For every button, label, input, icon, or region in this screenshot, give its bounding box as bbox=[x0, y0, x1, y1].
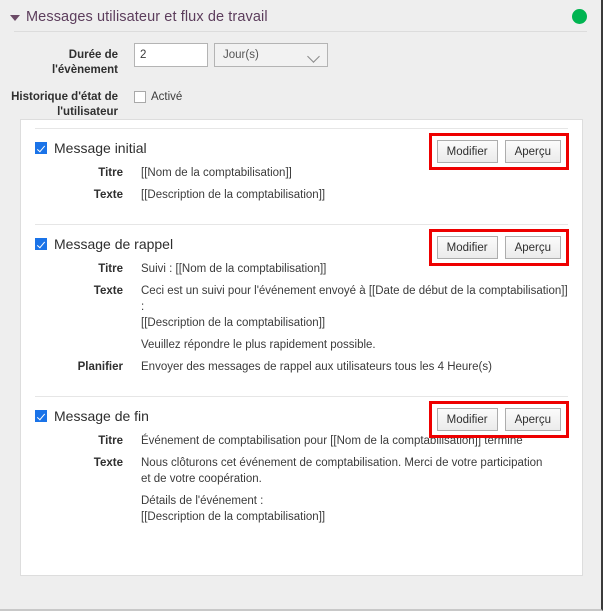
field-label-titre: Titre bbox=[98, 435, 123, 447]
duration-row: Durée de l'évènement Jour(s) bbox=[0, 43, 601, 78]
message-title: Message initial bbox=[54, 140, 147, 156]
field-value-texte: [[Description de la comptabilisation]] bbox=[141, 189, 326, 201]
message-title: Message de fin bbox=[54, 408, 149, 424]
message-enabled-checkbox[interactable] bbox=[35, 142, 47, 154]
message-fields: Titre [[Nom de la comptabilisation]] Tex… bbox=[35, 165, 568, 203]
block-divider bbox=[35, 224, 568, 225]
message-enabled-checkbox[interactable] bbox=[35, 238, 47, 250]
field-label-texte: Texte bbox=[93, 285, 123, 297]
messages-panel: Message initial Modifier Aperçu Titre [[… bbox=[20, 119, 583, 576]
history-checkbox[interactable] bbox=[134, 91, 146, 103]
field-row-texte: Texte [[Description de la comptabilisati… bbox=[35, 187, 568, 203]
field-value-texte: Ceci est un suivi pour l'événement envoy… bbox=[141, 285, 568, 329]
settings-window: Messages utilisateur et flux de travail … bbox=[0, 0, 603, 611]
field-value-texte: Nous clôturons cet événement de comptabi… bbox=[141, 457, 543, 485]
duration-unit-select[interactable]: Jour(s) bbox=[214, 43, 328, 67]
message-fields: Titre Événement de comptabilisation pour… bbox=[35, 433, 568, 525]
field-label-texte: Texte bbox=[93, 189, 123, 201]
page-title: Messages utilisateur et flux de travail bbox=[26, 9, 268, 25]
message-block-initial: Message initial Modifier Aperçu Titre [[… bbox=[35, 120, 569, 216]
field-row-texte-extra: Veuillez répondre le plus rapidement pos… bbox=[35, 337, 568, 353]
block-divider bbox=[35, 128, 568, 129]
preview-button[interactable]: Aperçu bbox=[504, 140, 561, 163]
duration-input[interactable] bbox=[134, 43, 208, 67]
message-fields: Titre Suivi : [[Nom de la comptabilisati… bbox=[35, 261, 568, 375]
block-divider bbox=[35, 396, 568, 397]
preview-button[interactable]: Aperçu bbox=[504, 236, 561, 259]
field-value-planifier: Envoyer des messages de rappel aux utili… bbox=[141, 361, 492, 373]
status-dot-green-icon bbox=[572, 9, 587, 24]
preview-button[interactable]: Aperçu bbox=[504, 408, 561, 431]
field-label-planifier: Planifier bbox=[77, 361, 123, 373]
edit-button[interactable]: Modifier bbox=[436, 140, 498, 163]
field-value-texte-extra: Détails de l'événement : [[Description d… bbox=[141, 495, 326, 523]
field-row-texte-extra: Détails de l'événement : [[Description d… bbox=[35, 493, 568, 525]
message-actions-highlighted: Modifier Aperçu bbox=[428, 229, 569, 266]
history-checkbox-group[interactable]: Activé bbox=[134, 88, 182, 103]
field-label-titre: Titre bbox=[98, 263, 123, 275]
message-title: Message de rappel bbox=[54, 236, 174, 252]
duration-label: Durée de l'évènement bbox=[51, 49, 118, 76]
message-actions-highlighted: Modifier Aperçu bbox=[428, 133, 569, 170]
field-label-texte: Texte bbox=[93, 457, 123, 469]
edit-button[interactable]: Modifier bbox=[436, 408, 498, 431]
chevron-down-icon bbox=[307, 50, 320, 63]
duration-unit-value: Jour(s) bbox=[223, 49, 259, 61]
history-label: Historique d'état de l'utilisateur bbox=[11, 91, 118, 118]
duration-controls: Jour(s) bbox=[134, 43, 328, 67]
message-block-reminder: Message de rappel Modifier Aperçu Titre … bbox=[35, 216, 569, 388]
message-block-end: Message de fin Modifier Aperçu Titre Évé… bbox=[35, 388, 569, 525]
history-controls: Activé bbox=[134, 88, 182, 103]
field-value-texte-extra: Veuillez répondre le plus rapidement pos… bbox=[141, 339, 376, 351]
field-row-texte: Texte Nous clôturons cet événement de co… bbox=[35, 455, 568, 487]
field-value-titre: [[Nom de la comptabilisation]] bbox=[141, 167, 292, 179]
field-row-texte: Texte Ceci est un suivi pour l'événement… bbox=[35, 283, 568, 331]
history-row: Historique d'état de l'utilisateur Activ… bbox=[0, 88, 601, 120]
message-actions-highlighted: Modifier Aperçu bbox=[428, 401, 569, 438]
message-enabled-checkbox[interactable] bbox=[35, 410, 47, 422]
field-row-planifier: Planifier Envoyer des messages de rappel… bbox=[35, 359, 568, 375]
field-label-titre: Titre bbox=[98, 167, 123, 179]
section-header[interactable]: Messages utilisateur et flux de travail bbox=[0, 0, 601, 31]
edit-button[interactable]: Modifier bbox=[436, 236, 498, 259]
field-value-titre: Suivi : [[Nom de la comptabilisation]] bbox=[141, 263, 327, 275]
history-checkbox-label: Activé bbox=[151, 91, 183, 103]
triangle-down-icon[interactable] bbox=[10, 15, 20, 21]
